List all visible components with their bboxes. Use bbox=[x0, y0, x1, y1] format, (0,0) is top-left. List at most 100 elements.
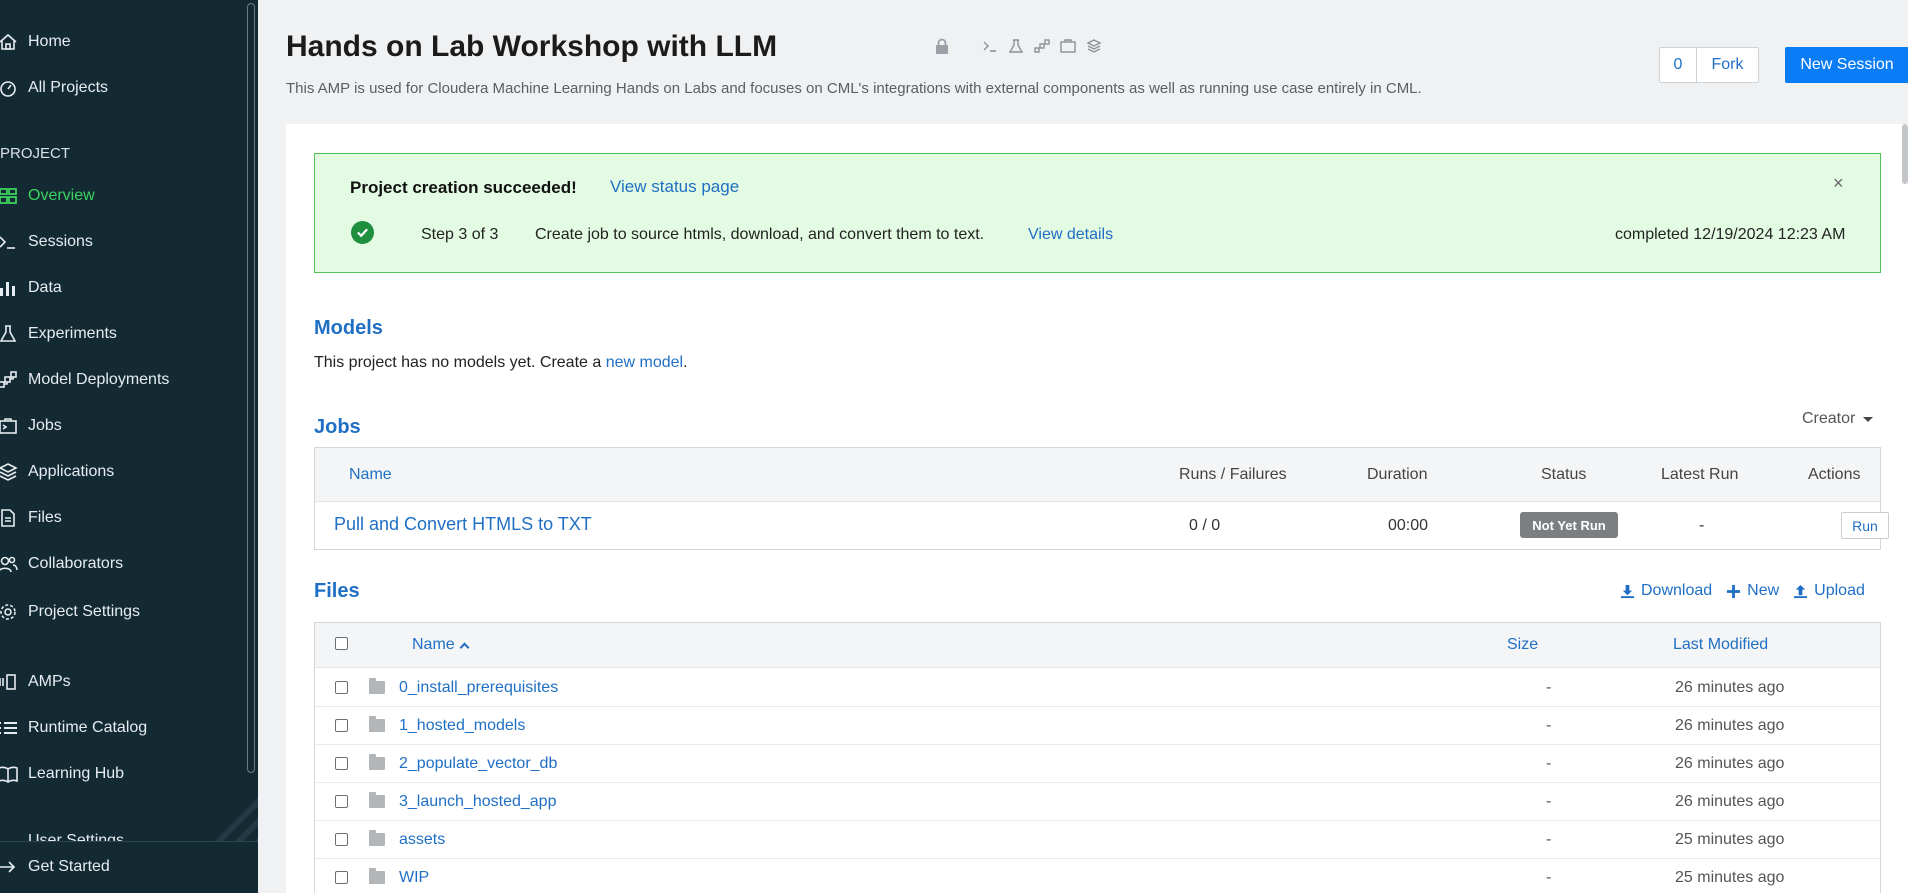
sidebar-item-amps[interactable]: AMPs bbox=[0, 665, 71, 699]
new-file-button[interactable]: New bbox=[1726, 582, 1779, 600]
home-icon bbox=[0, 32, 20, 52]
folder-icon bbox=[369, 754, 385, 770]
file-name-link[interactable]: 0_install_prerequisites bbox=[399, 679, 558, 697]
page-title: Hands on Lab Workshop with LLM bbox=[286, 30, 778, 63]
sidebar-item-overview[interactable]: Overview bbox=[0, 179, 95, 213]
sidebar-item-label: Learning Hub bbox=[28, 765, 125, 782]
download-label: Download bbox=[1641, 582, 1713, 599]
jobs-table-header: Name Runs / Failures Duration Status Lat… bbox=[315, 448, 1880, 502]
sidebar-item-experiments[interactable]: Experiments bbox=[0, 317, 117, 351]
sidebar-item-label: Data bbox=[28, 279, 62, 296]
sidebar-item-applications[interactable]: Applications bbox=[0, 455, 114, 489]
users-icon bbox=[0, 554, 20, 574]
main-scrollbar[interactable] bbox=[1902, 124, 1908, 184]
table-row: WIP - 25 minutes ago bbox=[315, 859, 1880, 893]
model-icon bbox=[1034, 38, 1052, 56]
sidebar-item-user-settings[interactable]: User Settings bbox=[28, 832, 124, 841]
sidebar-item-files[interactable]: Files bbox=[0, 501, 62, 535]
run-job-button[interactable]: Run bbox=[1841, 512, 1889, 539]
row-checkbox[interactable] bbox=[335, 795, 348, 808]
job-runs: 0 / 0 bbox=[1189, 517, 1221, 534]
row-checkbox[interactable] bbox=[335, 833, 348, 846]
sidebar-item-label: Model Deployments bbox=[28, 371, 170, 388]
terminal-icon bbox=[982, 38, 1000, 56]
file-modified: 26 minutes ago bbox=[1675, 679, 1785, 696]
upload-button[interactable]: Upload bbox=[1793, 582, 1865, 600]
fork-button[interactable]: Fork bbox=[1697, 48, 1758, 82]
job-latest-run: - bbox=[1699, 517, 1705, 534]
table-row: assets - 25 minutes ago bbox=[315, 821, 1880, 859]
sidebar-item-label: Get Started bbox=[28, 858, 110, 875]
sidebar-item-label: Sessions bbox=[28, 233, 93, 250]
fork-count[interactable]: 0 bbox=[1660, 48, 1697, 82]
column-header-actions: Actions bbox=[1808, 466, 1861, 483]
sidebar-item-data[interactable]: Data bbox=[0, 271, 62, 305]
file-icon bbox=[0, 508, 20, 528]
download-button[interactable]: Download bbox=[1620, 582, 1712, 600]
row-checkbox[interactable] bbox=[335, 719, 348, 732]
new-label: New bbox=[1747, 582, 1780, 599]
sidebar-item-collaborators[interactable]: Collaborators bbox=[0, 547, 123, 581]
creator-filter-dropdown[interactable]: Creator bbox=[1802, 410, 1874, 428]
files-heading: Files bbox=[314, 580, 360, 602]
sidebar-item-label: Runtime Catalog bbox=[28, 719, 148, 736]
column-header-last-modified[interactable]: Last Modified bbox=[1673, 636, 1768, 654]
file-modified: 26 minutes ago bbox=[1675, 793, 1785, 810]
file-name-link[interactable]: 2_populate_vector_db bbox=[399, 755, 557, 773]
book-icon bbox=[0, 764, 20, 784]
job-name-link[interactable]: Pull and Convert HTMLS to TXT bbox=[334, 514, 592, 535]
models-text-suffix: . bbox=[683, 354, 688, 371]
upload-icon bbox=[1794, 584, 1808, 598]
new-session-button[interactable]: New Session bbox=[1785, 47, 1908, 83]
sidebar-item-home[interactable]: Home bbox=[0, 25, 71, 59]
table-row: 1_hosted_models - 26 minutes ago bbox=[315, 707, 1880, 745]
flask-icon bbox=[1008, 38, 1026, 56]
sidebar-item-sessions[interactable]: Sessions bbox=[0, 225, 93, 259]
file-name-link[interactable]: 3_launch_hosted_app bbox=[399, 793, 556, 811]
table-row: 0_install_prerequisites - 26 minutes ago bbox=[315, 669, 1880, 707]
row-checkbox[interactable] bbox=[335, 757, 348, 770]
caret-down-icon bbox=[1863, 416, 1874, 422]
column-header-duration: Duration bbox=[1367, 466, 1428, 483]
close-icon[interactable]: × bbox=[1833, 173, 1844, 194]
sidebar-item-all-projects[interactable]: All Projects bbox=[0, 71, 108, 105]
files-table: Name Size Last Modified 0_install_prereq… bbox=[314, 622, 1881, 893]
project-icons bbox=[934, 38, 1104, 56]
sidebar-item-model-deployments[interactable]: Model Deployments bbox=[0, 363, 169, 397]
new-model-link[interactable]: new model bbox=[606, 354, 683, 371]
sidebar-item-runtime-catalog[interactable]: Runtime Catalog bbox=[0, 711, 147, 745]
sidebar-item-label: All Projects bbox=[28, 79, 109, 96]
folder-icon bbox=[369, 792, 385, 808]
column-header-size[interactable]: Size bbox=[1507, 636, 1538, 654]
sidebar-item-project-settings[interactable]: Project Settings bbox=[0, 595, 140, 629]
view-details-link[interactable]: View details bbox=[1028, 226, 1113, 244]
folder-icon bbox=[369, 678, 385, 694]
jobs-icon bbox=[0, 416, 20, 436]
layers-icon bbox=[0, 462, 20, 482]
files-table-header: Name Size Last Modified bbox=[315, 623, 1880, 668]
jobs-heading: Jobs bbox=[314, 416, 361, 438]
file-size: - bbox=[1546, 755, 1552, 772]
row-checkbox[interactable] bbox=[335, 681, 348, 694]
file-name-link[interactable]: 1_hosted_models bbox=[399, 717, 525, 735]
sidebar-item-get-started[interactable]: Get Started bbox=[0, 850, 110, 884]
layers-icon bbox=[1086, 38, 1104, 56]
sidebar-item-jobs[interactable]: Jobs bbox=[0, 409, 62, 443]
row-checkbox[interactable] bbox=[335, 871, 348, 884]
lock-icon bbox=[934, 38, 952, 56]
file-name-link[interactable]: WIP bbox=[399, 869, 429, 887]
column-header-name[interactable]: Name bbox=[412, 636, 470, 654]
table-row: 3_launch_hosted_app - 26 minutes ago bbox=[315, 783, 1880, 821]
alert-completed-time: completed 12/19/2024 12:23 AM bbox=[1615, 226, 1846, 243]
sidebar-item-learning-hub[interactable]: Learning Hub bbox=[0, 757, 124, 791]
file-name-link[interactable]: assets bbox=[399, 831, 445, 849]
creator-filter-label: Creator bbox=[1802, 410, 1856, 427]
select-all-checkbox[interactable] bbox=[335, 637, 348, 650]
sidebar-scrollbar[interactable] bbox=[247, 3, 255, 773]
models-heading: Models bbox=[314, 317, 383, 339]
arrow-right-icon bbox=[0, 857, 20, 877]
sidebar-item-label: Home bbox=[28, 33, 71, 50]
view-status-page-link[interactable]: View status page bbox=[610, 177, 739, 197]
column-header-name[interactable]: Name bbox=[349, 466, 392, 484]
folder-icon bbox=[369, 716, 385, 732]
